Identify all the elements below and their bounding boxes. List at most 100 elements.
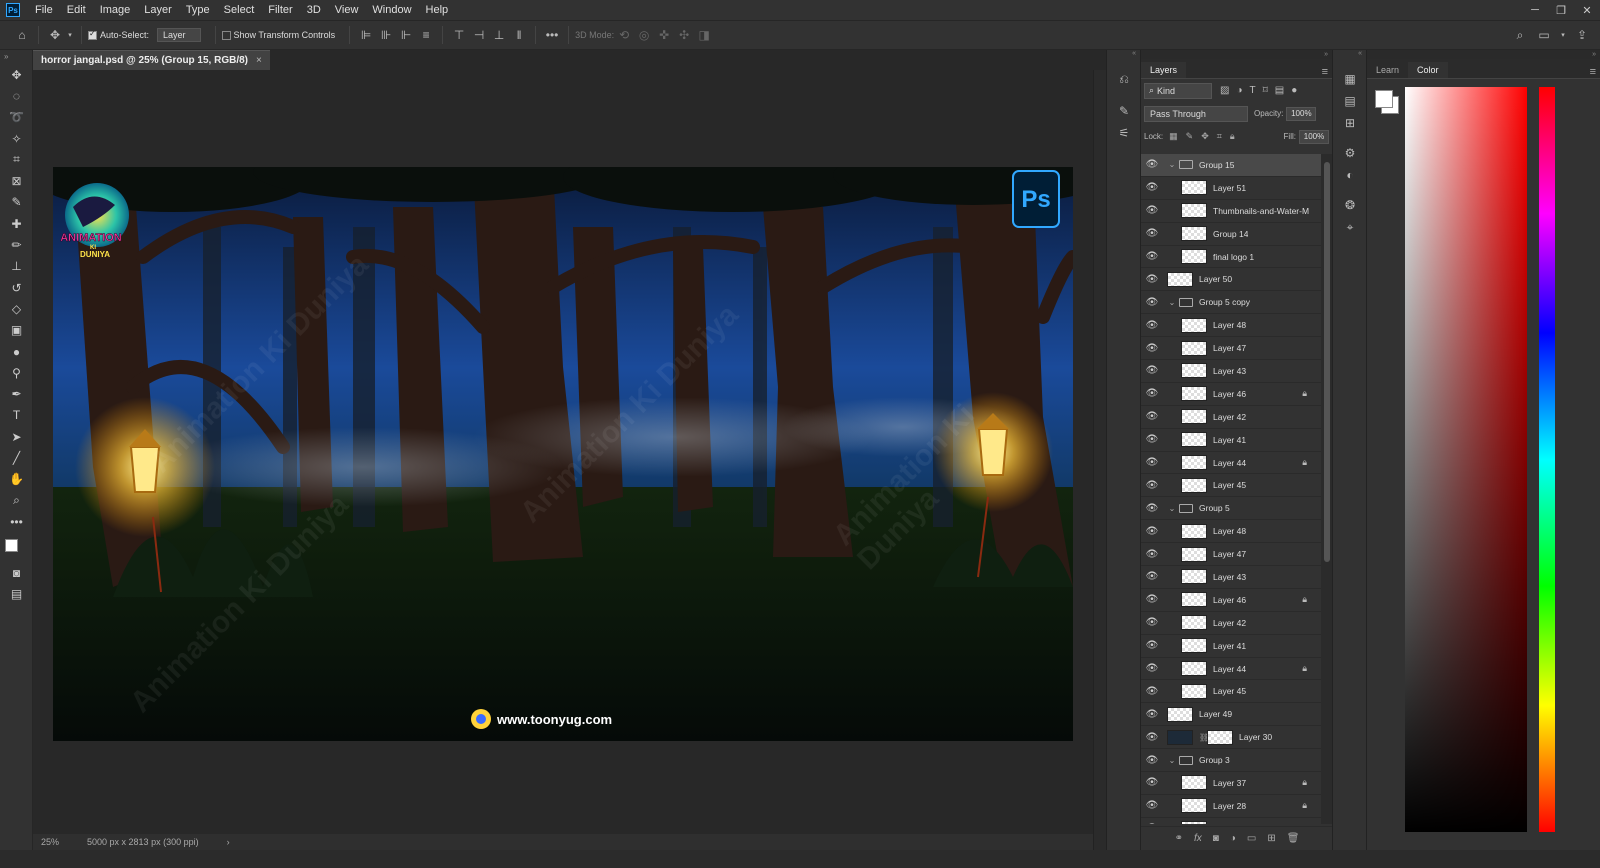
visibility-eye-icon[interactable]: 👁︎ (1141, 686, 1163, 697)
swatches-panel-icon[interactable]: ▦ (1333, 68, 1367, 90)
screen-mode-icon[interactable]: ▤ (0, 584, 33, 605)
filter-toggle-icon[interactable]: ● (1291, 85, 1297, 96)
layer-thumbnail[interactable] (1181, 775, 1207, 791)
color-swatches[interactable] (0, 533, 33, 563)
layer-group-row[interactable]: 👁︎ ⌄ Group 3 (1141, 749, 1321, 773)
search-icon[interactable]: ⌕ (1510, 25, 1530, 45)
color-saturation-field[interactable] (1405, 87, 1527, 832)
more-options-icon[interactable]: ••• (542, 25, 562, 45)
new-layer-icon[interactable]: ⊞ (1267, 833, 1275, 844)
adjustments-icon[interactable]: ◐ (1333, 164, 1367, 186)
collapse-arrows-icon[interactable]: « (1107, 50, 1140, 64)
clone-stamp-tool-icon[interactable]: ⊥ (0, 256, 33, 277)
visibility-eye-icon[interactable]: 👁︎ (1141, 503, 1163, 514)
layer-row[interactable]: 👁︎ Layer 46 🔒︎ (1141, 383, 1321, 406)
share-icon[interactable]: ⇪ (1572, 25, 1592, 45)
layer-thumbnail[interactable] (1181, 661, 1207, 677)
dodge-tool-icon[interactable]: ⚲ (0, 362, 33, 383)
visibility-eye-icon[interactable]: 👁︎ (1141, 159, 1163, 170)
link-layers-icon[interactable]: ⚭ (1175, 833, 1183, 844)
panel-collapse[interactable]: » (1367, 50, 1600, 59)
document-info[interactable]: 5000 px x 2813 px (300 ppi) (79, 837, 199, 847)
home-icon[interactable]: ⌂ (12, 25, 32, 45)
tab-learn[interactable]: Learn (1367, 62, 1409, 78)
foreground-color-swatch[interactable] (1375, 90, 1393, 108)
align-center-icon[interactable]: ⊪ (376, 25, 396, 45)
visibility-eye-icon[interactable]: 👁︎ (1141, 755, 1163, 766)
adjustments-panel-icon[interactable]: ⚟ (1107, 122, 1141, 144)
align-bottom-icon[interactable]: ⊥ (489, 25, 509, 45)
layer-thumbnail[interactable] (1167, 729, 1193, 745)
photoshop-logo-icon[interactable]: Ps (6, 3, 20, 17)
lock-position-icon[interactable]: ✥ (1201, 131, 1209, 142)
layer-row[interactable]: 👁︎ Layer 45 (1141, 474, 1321, 498)
layer-group-row[interactable]: 👁︎ ⌄ Group 15 (1141, 154, 1321, 177)
layer-thumbnail[interactable] (1181, 363, 1207, 379)
layer-row[interactable]: 👁︎ Layer 43 (1141, 566, 1321, 589)
chevron-down-icon[interactable]: ▾ (1558, 25, 1568, 45)
collapse-arrows-icon[interactable]: » (0, 50, 32, 64)
visibility-eye-icon[interactable]: 👁︎ (1141, 594, 1163, 605)
pen-tool-icon[interactable]: ✒ (0, 383, 33, 404)
layer-row[interactable]: 👁︎ final logo 1 (1141, 246, 1321, 269)
visibility-eye-icon[interactable]: 👁︎ (1141, 571, 1163, 582)
visibility-eye-icon[interactable]: 👁︎ (1141, 777, 1163, 788)
layer-row[interactable]: 👁︎ Layer 46 🔒︎ (1141, 589, 1321, 612)
menu-view[interactable]: View (328, 0, 366, 20)
lock-transparency-icon[interactable]: ▦ (1169, 131, 1178, 142)
layer-row[interactable]: 👁︎ Layer 48 (1141, 520, 1321, 544)
layer-row[interactable]: 👁︎ Layer 41 (1141, 635, 1321, 658)
menu-help[interactable]: Help (419, 0, 456, 20)
auto-select-dropdown[interactable]: Layer (157, 28, 201, 42)
layer-thumbnail[interactable] (1181, 409, 1207, 425)
visibility-eye-icon[interactable]: 👁︎ (1141, 365, 1163, 376)
visibility-eye-icon[interactable]: 👁︎ (1141, 640, 1163, 651)
layer-row[interactable]: 👁︎ Layer 44 🔒︎ (1141, 658, 1321, 681)
lasso-tool-icon[interactable]: ➰ (0, 107, 33, 128)
line-tool-icon[interactable]: ╱ (0, 447, 33, 468)
chevron-down-icon[interactable]: ⌄ (1167, 756, 1177, 765)
gradients-panel-icon[interactable]: ▤ (1333, 90, 1367, 112)
workspace-icon[interactable]: ▭ (1534, 25, 1554, 45)
panel-menu-icon[interactable]: ≡ (1590, 66, 1596, 78)
align-top-icon[interactable]: ⊤ (449, 25, 469, 45)
menu-3d[interactable]: 3D (300, 0, 328, 20)
layer-thumbnail[interactable] (1181, 592, 1207, 608)
menu-window[interactable]: Window (365, 0, 418, 20)
layer-row[interactable]: 👁︎ Layer 49 (1141, 703, 1321, 727)
fx-icon[interactable]: fx (1194, 833, 1202, 844)
visibility-eye-icon[interactable]: 👁︎ (1141, 732, 1163, 743)
visibility-eye-icon[interactable]: 👁︎ (1141, 411, 1163, 422)
visibility-eye-icon[interactable]: 👁︎ (1141, 800, 1163, 811)
menu-select[interactable]: Select (217, 0, 262, 20)
layer-row[interactable]: 👁︎ Layer 43 (1141, 360, 1321, 383)
document-scrollbar[interactable] (1093, 70, 1106, 850)
paths-panel-icon[interactable]: ⌖ (1333, 216, 1367, 238)
layer-row[interactable]: 👁︎ Layer 37 🔒︎ (1141, 772, 1321, 795)
eyedropper-tool-icon[interactable]: ✎ (0, 192, 33, 213)
tab-color[interactable]: Color (1408, 62, 1448, 78)
panel-menu-icon[interactable]: ≡ (1322, 66, 1328, 78)
menu-type[interactable]: Type (179, 0, 217, 20)
visibility-eye-icon[interactable]: 👁︎ (1141, 526, 1163, 537)
move-tool-preset-icon[interactable]: ✥ (45, 25, 65, 45)
smart-object-filter-icon[interactable]: ▤ (1275, 85, 1284, 96)
scrollbar-thumb[interactable] (1324, 162, 1330, 562)
layer-thumbnail[interactable] (1181, 523, 1207, 539)
menu-filter[interactable]: Filter (261, 0, 299, 20)
menu-layer[interactable]: Layer (137, 0, 179, 20)
layer-thumbnail[interactable] (1181, 477, 1207, 493)
menu-edit[interactable]: Edit (60, 0, 93, 20)
shape-filter-icon[interactable]: ⌑ (1263, 85, 1268, 96)
visibility-eye-icon[interactable]: 👁︎ (1141, 480, 1163, 491)
zoom-level[interactable]: 25% (33, 837, 59, 847)
close-icon[interactable]: ✕ (1574, 0, 1600, 20)
gradient-tool-icon[interactable]: ▣ (0, 320, 33, 341)
path-selection-tool-icon[interactable]: ➤ (0, 426, 33, 447)
adjustment-filter-icon[interactable]: ◑ (1236, 85, 1242, 96)
document-tab[interactable]: horror jangal.psd @ 25% (Group 15, RGB/8… (33, 50, 270, 70)
chevron-down-icon[interactable]: ▾ (65, 25, 75, 45)
opacity-input[interactable]: 100% (1286, 106, 1317, 121)
layer-thumbnail[interactable] (1167, 706, 1193, 722)
layer-row[interactable]: 👁︎ Layer 48 (1141, 314, 1321, 338)
